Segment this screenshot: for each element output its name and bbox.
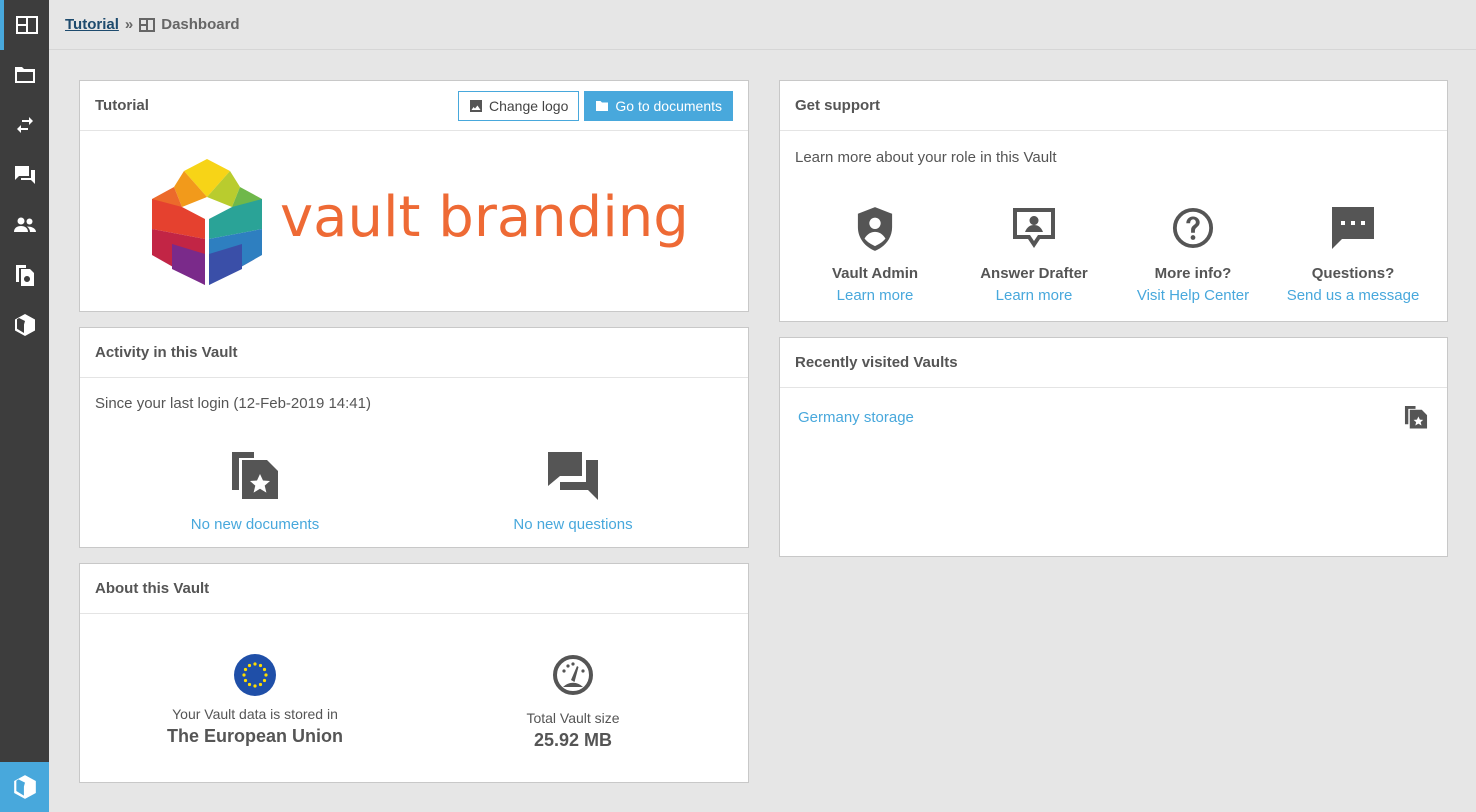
dashboard-icon (15, 16, 38, 34)
dashboard-icon (139, 17, 156, 32)
storage-location-block: Your Vault data is stored in The Europea… (150, 654, 360, 747)
support-item-title: Questions? (1311, 265, 1395, 282)
sidebar-item-questions[interactable] (0, 150, 49, 200)
chat-icon (548, 452, 598, 500)
vault-admin-learn-more-link[interactable]: Learn more (837, 287, 914, 304)
tutorial-panel: Tutorial Change logo Go to documents vau… (79, 80, 749, 312)
visit-help-center-link[interactable]: Visit Help Center (1137, 287, 1249, 304)
since-last-login-text: Since your last login (12-Feb-2019 14:41… (95, 395, 371, 412)
new-documents-block: No new documents (175, 450, 335, 533)
vault-size-value: 25.92 MB (533, 730, 613, 750)
users-icon (13, 217, 36, 232)
support-item-help-center: More info? Visit Help Center (1123, 207, 1263, 304)
answer-drafter-icon (1013, 208, 1055, 248)
breadcrumb-current: Dashboard (161, 16, 240, 33)
vault-logo-mark (152, 159, 262, 285)
cube-icon (13, 775, 36, 799)
sidebar-item-dashboard[interactable] (0, 0, 49, 50)
chat-icon (14, 166, 35, 184)
breadcrumb-root-link[interactable]: Tutorial (65, 16, 119, 33)
support-item-title: Vault Admin (831, 265, 919, 282)
vault-logo: vault branding (152, 159, 689, 289)
exchange-icon (16, 117, 33, 133)
storage-label: Your Vault data is stored in (172, 706, 338, 722)
new-questions-block: No new questions (493, 450, 653, 533)
support-item-questions: Questions? Send us a message (1278, 207, 1428, 304)
breadcrumb: Tutorial » Dashboard (49, 0, 1476, 50)
go-to-documents-button[interactable]: Go to documents (584, 90, 733, 121)
support-item-vault-admin: Vault Admin Learn more (805, 207, 945, 304)
vault-size-block: Total Vault size 25.92 MB (493, 654, 653, 751)
activity-panel: Activity in this Vault Since your last l… (79, 327, 749, 548)
panel-title: About this Vault (95, 580, 210, 597)
recent-vault-link[interactable]: Germany storage (798, 409, 1404, 426)
change-logo-button[interactable]: Change logo (457, 90, 580, 121)
recent-vault-row[interactable]: Germany storage (798, 402, 1428, 432)
cube-icon (14, 314, 35, 336)
message-icon (1332, 207, 1374, 249)
favorite-doc-icon (232, 452, 278, 499)
recent-vaults-panel: Recently visited Vaults Germany storage (779, 337, 1448, 557)
speedometer-icon (553, 655, 593, 695)
sidebar-item-vaults[interactable] (0, 300, 49, 350)
panel-title: Tutorial (95, 97, 149, 114)
breadcrumb-separator: » (124, 16, 134, 33)
sidebar-item-users[interactable] (0, 200, 49, 250)
vault-size-label: Total Vault size (526, 710, 620, 726)
sidebar-bottom-vault-button[interactable] (0, 762, 49, 812)
no-new-documents-link[interactable]: No new documents (191, 516, 319, 533)
image-icon (469, 99, 482, 112)
support-item-answer-drafter: Answer Drafter Learn more (964, 207, 1104, 304)
storage-value: The European Union (166, 726, 343, 746)
folder-icon (596, 100, 609, 111)
about-panel: About this Vault Your Vault data is stor… (79, 563, 749, 783)
favorite-doc-icon[interactable] (1404, 405, 1428, 429)
panel-title: Recently visited Vaults (795, 354, 958, 371)
sidebar-item-exchange[interactable] (0, 100, 49, 150)
sidebar-item-documents[interactable] (0, 50, 49, 100)
shield-user-icon (857, 207, 893, 251)
eu-flag-icon (234, 654, 276, 696)
panel-title: Get support (795, 97, 880, 114)
change-logo-label: Change logo (488, 97, 569, 114)
send-us-a-message-link[interactable]: Send us a message (1287, 287, 1420, 304)
go-to-documents-label: Go to documents (615, 97, 722, 114)
help-icon (1172, 207, 1214, 249)
vault-logo-text: vault branding (280, 185, 689, 250)
support-intro-text: Learn more about your role in this Vault (795, 149, 1057, 166)
report-icon (15, 265, 34, 286)
folder-icon (14, 67, 35, 83)
support-item-title: More info? (1154, 265, 1232, 282)
panel-title: Activity in this Vault (95, 344, 238, 361)
sidebar-item-reports[interactable] (0, 250, 49, 300)
answer-drafter-learn-more-link[interactable]: Learn more (996, 287, 1073, 304)
get-support-panel: Get support Learn more about your role i… (779, 80, 1448, 322)
no-new-questions-link[interactable]: No new questions (513, 516, 632, 533)
support-item-title: Answer Drafter (980, 265, 1088, 282)
sidebar (0, 0, 49, 812)
